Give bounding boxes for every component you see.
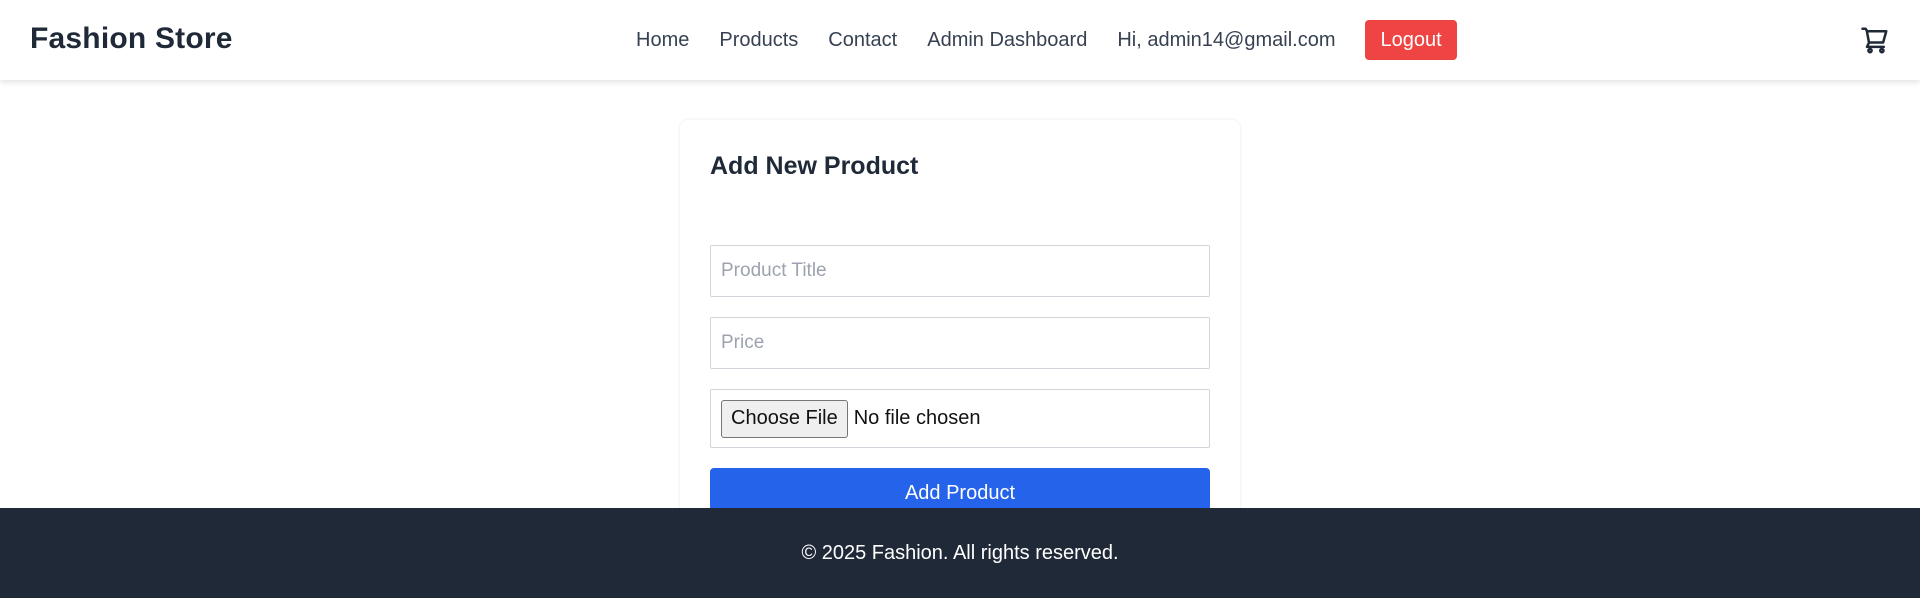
navbar: Fashion Store Home Products Contact Admi…	[0, 0, 1920, 80]
footer: © 2025 Fashion. All rights reserved.	[0, 508, 1920, 598]
file-status-text: No file chosen	[853, 407, 981, 429]
nav-products-link[interactable]: Products	[719, 29, 798, 52]
price-input[interactable]	[710, 317, 1210, 369]
file-upload-field[interactable]: Choose File No file chosen	[710, 389, 1210, 448]
footer-copyright: © 2025 Fashion. All rights reserved.	[801, 542, 1119, 564]
nav-home-link[interactable]: Home	[636, 29, 689, 52]
brand-logo[interactable]: Fashion Store	[30, 22, 233, 56]
form-title: Add New Product	[710, 152, 919, 180]
nav-contact-link[interactable]: Contact	[828, 29, 897, 52]
choose-file-button[interactable]: Choose File	[721, 399, 848, 438]
cart-icon[interactable]	[1860, 25, 1890, 55]
user-greeting: Hi, admin14@gmail.com	[1117, 28, 1336, 51]
logout-button[interactable]: Logout	[1365, 20, 1457, 60]
nav-links: Home Products Contact Admin Dashboard Hi…	[636, 20, 1457, 60]
add-product-card: Add New Product Choose File No file chos…	[680, 120, 1240, 520]
main-content: Add New Product Choose File No file chos…	[0, 80, 1920, 520]
nav-admin-dashboard-link[interactable]: Admin Dashboard	[927, 29, 1087, 52]
product-title-input[interactable]	[710, 245, 1210, 297]
